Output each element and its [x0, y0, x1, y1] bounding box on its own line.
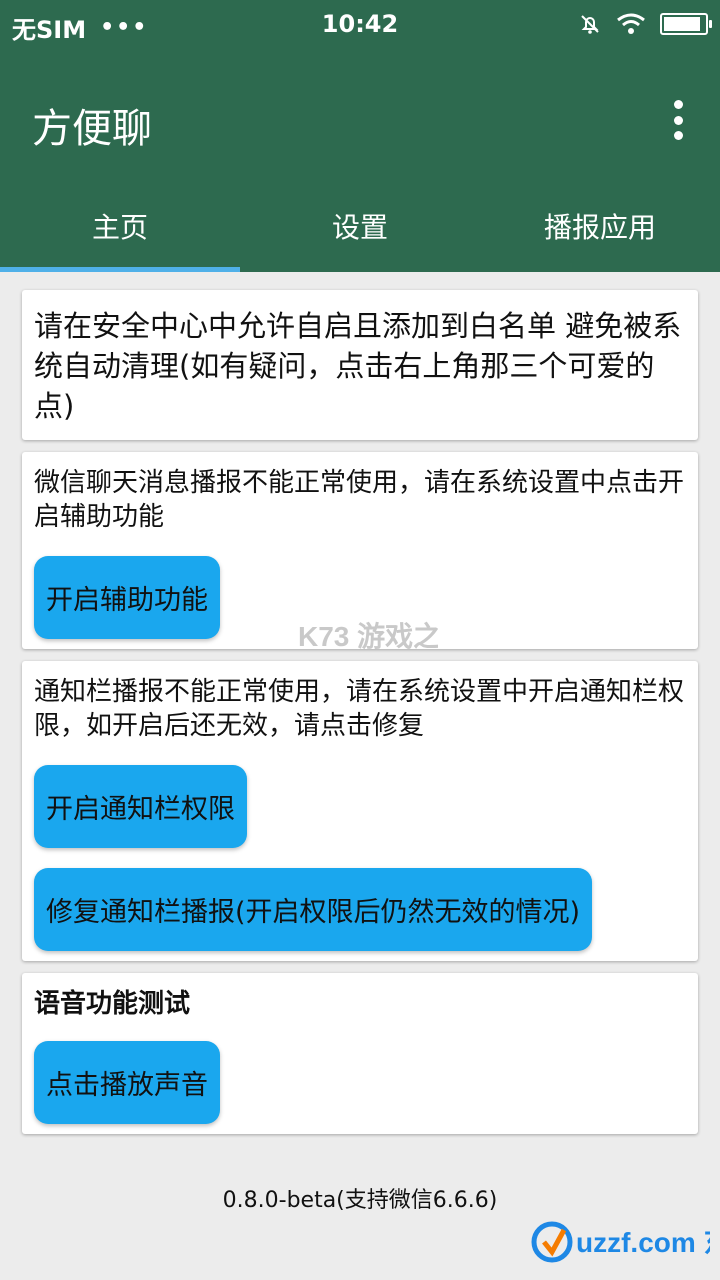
wechat-text: 微信聊天消息播报不能正常使用，请在系统设置中点击开启辅助功能: [34, 468, 685, 532]
enable-accessibility-button[interactable]: 开启辅助功能: [34, 556, 220, 639]
more-vert-icon[interactable]: [666, 100, 690, 140]
tab-home[interactable]: 主页: [0, 190, 240, 272]
voice-test-card: 语音功能测试 点击播放声音: [22, 973, 698, 1134]
app-title: 方便聊: [32, 106, 152, 152]
play-sound-button[interactable]: 点击播放声音: [34, 1041, 220, 1124]
tab-settings[interactable]: 设置: [240, 190, 480, 272]
menu-dot: [673, 131, 683, 140]
status-right: [578, 12, 712, 36]
tab-broadcast-apps[interactable]: 播报应用: [480, 190, 720, 272]
k73-watermark-text: K73 游戏之家 .com: [298, 620, 438, 652]
notification-card: 通知栏播报不能正常使用，请在系统设置中开启通知栏权限，如开启后还无效，请点击修复…: [22, 661, 698, 961]
app-bar: 无SIM ••• 10:42 方便聊 主页 设置 播报应用: [0, 0, 720, 272]
main-content: 请在安全中心中允许自启且添加到白名单 避免被系统自动清理(如有疑问，点击右上角那…: [22, 290, 698, 1146]
menu-dot: [673, 115, 683, 125]
tab-bar: 主页 设置 播报应用: [0, 190, 720, 272]
notice-card: 请在安全中心中允许自启且添加到白名单 避免被系统自动清理(如有疑问，点击右上角那…: [22, 290, 698, 440]
notification-text: 通知栏播报不能正常使用，请在系统设置中开启通知栏权限，如开启后还无效，请点击修复: [34, 677, 685, 741]
status-bar: 无SIM ••• 10:42: [0, 0, 720, 50]
bell-muted-icon: [581, 15, 599, 34]
uzzf-watermark: uzzf.com 东坡下载: [531, 1221, 710, 1263]
battery-level: [664, 17, 700, 31]
notice-text: 请在安全中心中允许自启且添加到白名单 避免被系统自动清理(如有疑问，点击右上角那…: [34, 309, 682, 423]
wifi-icon: [617, 13, 645, 34]
fix-notification-broadcast-button[interactable]: 修复通知栏播报(开启权限后仍然无效的情况): [34, 868, 593, 951]
enable-notification-permission-button[interactable]: 开启通知栏权限: [34, 765, 247, 848]
menu-dot: [673, 100, 683, 109]
k73-watermark: K73 游戏之家 .com: [298, 620, 438, 652]
battery-icon: [660, 13, 712, 35]
uzzf-watermark-text: uzzf.com 东坡下载: [576, 1226, 710, 1258]
voice-test-title: 语音功能测试: [34, 989, 191, 1019]
